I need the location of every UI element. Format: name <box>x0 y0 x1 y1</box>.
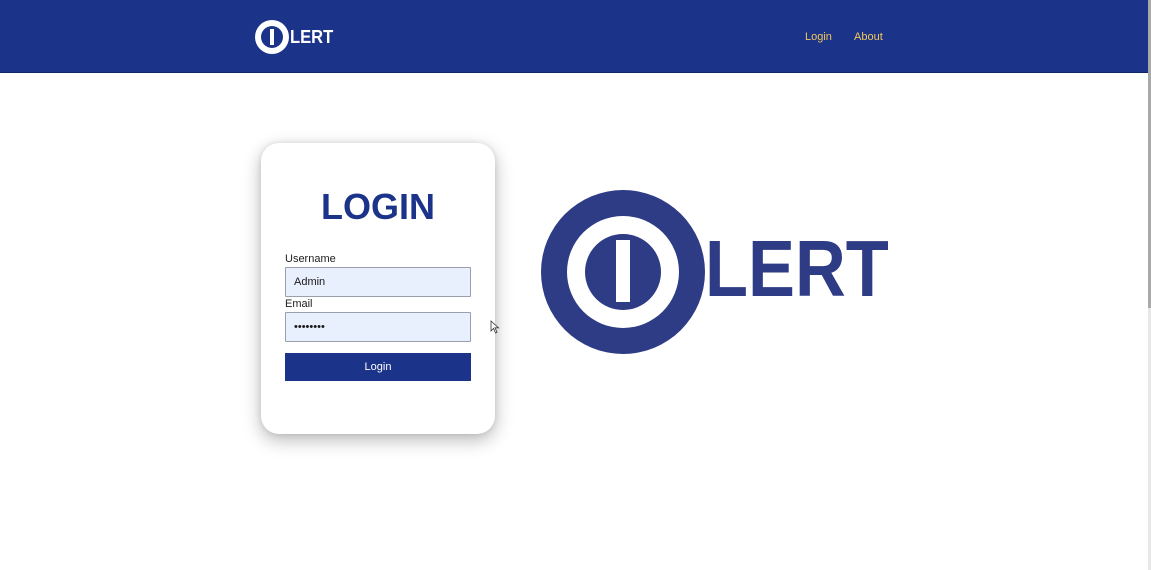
page: LERT Login About LOGIN Username Email Lo… <box>0 0 1151 570</box>
username-label: Username <box>285 253 336 265</box>
olert-logo-icon <box>255 20 289 54</box>
nav-about-link[interactable]: About <box>854 31 883 43</box>
email-label: Email <box>285 298 313 310</box>
brand-text: LERT <box>290 27 334 47</box>
olert-hero-logo-icon <box>541 190 705 354</box>
hero-logo-text: LERT <box>705 224 889 313</box>
login-title: LOGIN <box>321 186 435 227</box>
hero-logo: LERT <box>541 190 901 356</box>
email-input[interactable] <box>285 312 471 342</box>
navbar: LERT Login About <box>0 0 1148 73</box>
username-input[interactable] <box>285 267 471 297</box>
nav-login-link[interactable]: Login <box>805 31 832 43</box>
brand-logo[interactable]: LERT <box>255 19 337 55</box>
login-card: LOGIN Username Email Login <box>261 143 495 434</box>
mouse-cursor-icon <box>490 320 500 334</box>
login-button[interactable]: Login <box>285 353 471 381</box>
